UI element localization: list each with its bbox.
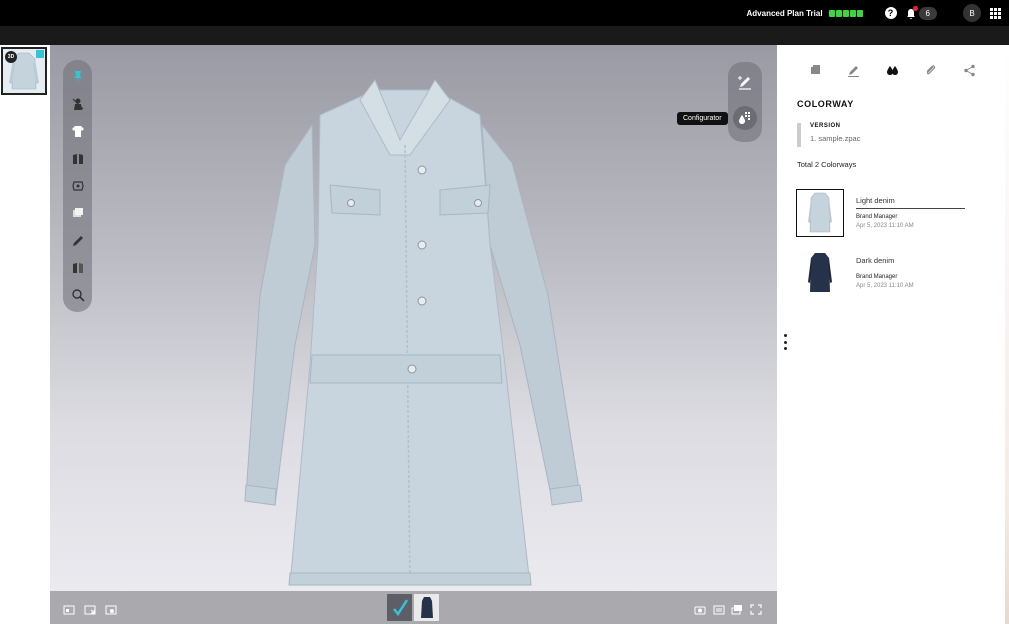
plan-progress <box>828 9 863 17</box>
3d-badge: 3D <box>5 51 17 63</box>
fullscreen-icon[interactable] <box>750 602 762 615</box>
pin-icon[interactable] <box>67 66 89 88</box>
panel-edge <box>1005 45 1009 624</box>
colorway-owner: Brand Manager <box>856 274 898 280</box>
zoom-icon[interactable] <box>67 285 89 307</box>
colorway-tab-icon[interactable] <box>884 63 900 77</box>
view-icon[interactable] <box>731 602 743 615</box>
fabric-icon[interactable] <box>67 148 89 170</box>
plan-label[interactable]: Advanced Plan Trial <box>747 9 823 18</box>
panel-tabs <box>807 63 977 77</box>
version-value[interactable]: 1. sample.zpac <box>810 134 860 143</box>
camera-icon[interactable] <box>694 602 706 615</box>
colorway-switch-light[interactable] <box>387 594 412 621</box>
info-tab-icon[interactable] <box>807 63 823 77</box>
avatar[interactable]: B <box>963 4 981 22</box>
notification-count[interactable]: 6 <box>918 6 937 20</box>
colorway-thumbnail <box>796 249 844 297</box>
right-panel: COLORWAY VERSION 1. sample.zpac Total 2 … <box>777 45 1009 624</box>
share-tab-icon[interactable] <box>961 63 977 77</box>
bell-icon[interactable] <box>905 6 918 20</box>
colorway-item-light-denim[interactable]: Light denim Brand Manager Apr 5, 2023 11… <box>795 189 985 239</box>
attachment-tab-icon[interactable] <box>923 63 939 77</box>
layers-icon[interactable] <box>67 203 89 225</box>
colorway-date: Apr 5, 2023 11:10 AM <box>856 283 914 289</box>
top-bar: Advanced Plan Trial ? 6 B <box>0 0 1009 26</box>
snapshot-icon[interactable] <box>63 602 75 615</box>
style-thumbnail-strip: 3D <box>0 45 50 624</box>
panel-title: COLORWAY <box>797 99 854 109</box>
colorway-name-underline <box>856 208 965 209</box>
multi-colorway-icon[interactable] <box>67 257 89 279</box>
texture-icon[interactable] <box>67 175 89 197</box>
garment-icon[interactable] <box>67 121 89 143</box>
panel-resize-handle[interactable] <box>783 334 787 350</box>
configurator-tooltip: Configurator <box>677 112 728 125</box>
colorway-date: Apr 5, 2023 11:10 AM <box>856 223 914 229</box>
hide-avatar-icon[interactable] <box>67 93 89 115</box>
viewport-bottom-bar <box>50 591 777 624</box>
help-icon[interactable]: ? <box>884 7 897 19</box>
right-tool-palette <box>728 62 762 142</box>
edit-tab-icon[interactable] <box>846 63 862 77</box>
style-thumbnail[interactable]: 3D <box>1 47 47 95</box>
sub-bar <box>0 26 1009 45</box>
left-tool-palette <box>63 60 92 312</box>
apps-grid-icon[interactable] <box>990 7 1001 19</box>
colorway-name[interactable]: Light denim <box>856 196 895 205</box>
selected-marker <box>36 50 44 58</box>
export-icon[interactable] <box>84 602 96 615</box>
colorway-thumbnail <box>796 189 844 237</box>
colorway-switcher <box>387 594 439 621</box>
pen-icon[interactable] <box>67 230 89 252</box>
colorway-switch-dark[interactable] <box>414 594 439 621</box>
colorway-owner: Brand Manager <box>856 214 898 220</box>
colorway-name[interactable]: Dark denim <box>856 256 894 265</box>
version-block: VERSION 1. sample.zpac <box>797 123 860 147</box>
annotate-icon[interactable] <box>733 70 757 94</box>
colorway-total: Total 2 Colorways <box>797 160 857 169</box>
configurator-icon[interactable] <box>733 106 757 130</box>
turntable-icon[interactable] <box>105 602 117 615</box>
3d-viewport[interactable]: Configurator <box>50 45 777 591</box>
denim-dress-model <box>244 79 583 586</box>
version-label: VERSION <box>810 123 841 129</box>
colorway-item-dark-denim[interactable]: Dark denim Brand Manager Apr 5, 2023 11:… <box>795 249 985 299</box>
render-icon[interactable] <box>713 602 725 615</box>
